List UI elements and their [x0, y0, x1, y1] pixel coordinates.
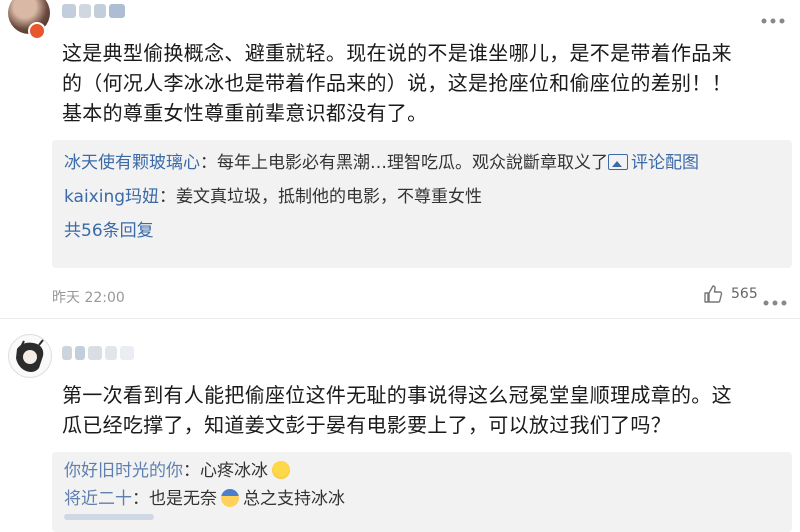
more-replies-link[interactable]: 共56条回复 — [64, 219, 154, 243]
comment-body: 第一次看到有人能把偷座位这件无耻的事说得这么冠冕堂皇顺理成章的。这 瓜已经吃撑了… — [62, 380, 782, 440]
reply-item[interactable]: 你好旧时光的你：心疼冰冰 — [64, 459, 290, 483]
reply-author[interactable]: kaixing玛妞 — [64, 187, 159, 207]
reply-separator: ： — [132, 489, 149, 509]
reply-text: 也是无奈 — [149, 489, 217, 509]
reply-item[interactable]: 将近二十：也是无奈 总之支持冰冰 — [64, 487, 345, 511]
vip-badge-icon — [28, 22, 46, 40]
bowing-emoji-icon — [221, 489, 239, 507]
comment-line: 的（何况人李冰冰也是带着作品来的）说，这是抢座位和偷座位的差别！！ — [62, 71, 732, 95]
divider — [0, 318, 800, 319]
image-link[interactable]: 评论配图 — [608, 153, 699, 173]
reply-author[interactable]: 将近二十 — [64, 489, 132, 509]
comment-line: 第一次看到有人能把偷座位这件无耻的事说得这么冠冕堂皇顺理成章的。这 — [62, 383, 732, 407]
like-button[interactable]: 565 — [703, 284, 758, 304]
username-blurred[interactable] — [62, 346, 134, 360]
reply-author[interactable]: 冰天使有颗玻璃心 — [64, 153, 200, 173]
timestamp: 昨天 22:00 — [52, 290, 125, 306]
comment-line: 基本的尊重女性尊重前辈意识都没有了。 — [62, 101, 428, 125]
reply-item[interactable]: 冰天使有颗玻璃心：每年上电影必有黑潮…理智吃瓜。观众說斷章取义了 评论配图 — [64, 151, 699, 175]
reply-item[interactable]: kaixing玛妞：姜文真垃圾，抵制他的电影，不尊重女性 — [64, 185, 482, 209]
reply-text: 总之支持冰冰 — [243, 489, 345, 509]
reply-text: 姜文真垃圾，抵制他的电影，不尊重女性 — [176, 187, 483, 207]
reply-separator: ： — [159, 187, 177, 207]
comment-body: 这是典型偷换概念、避重就轻。现在说的不是谁坐哪儿，是不是带着作品来 的（何况人李… — [62, 38, 782, 128]
reply-item-cutoff — [64, 514, 154, 520]
thumbs-up-icon — [704, 285, 723, 303]
reply-separator: ： — [200, 153, 217, 173]
image-link-label: 评论配图 — [631, 153, 699, 173]
like-count: 565 — [731, 286, 758, 302]
image-icon — [608, 154, 628, 170]
comment-line: 瓜已经吃撑了，知道姜文彭于晏有电影要上了，可以放过我们了吗？ — [62, 413, 671, 437]
avatar[interactable] — [8, 334, 52, 378]
reply-author[interactable]: 你好旧时光的你 — [64, 461, 183, 481]
reply-text: 每年上电影必有黑潮…理智吃瓜。观众說斷章取义了 — [217, 153, 608, 173]
reply-separator: ： — [183, 461, 200, 481]
more-dots-icon[interactable] — [760, 10, 786, 24]
reply-text: 心疼冰冰 — [200, 461, 268, 481]
username-blurred[interactable] — [62, 4, 125, 18]
comment-line: 这是典型偷换概念、避重就轻。现在说的不是谁坐哪儿，是不是带着作品来 — [62, 41, 732, 65]
grinning-emoji-icon — [272, 461, 290, 479]
more-dots-icon[interactable] — [762, 292, 788, 311]
